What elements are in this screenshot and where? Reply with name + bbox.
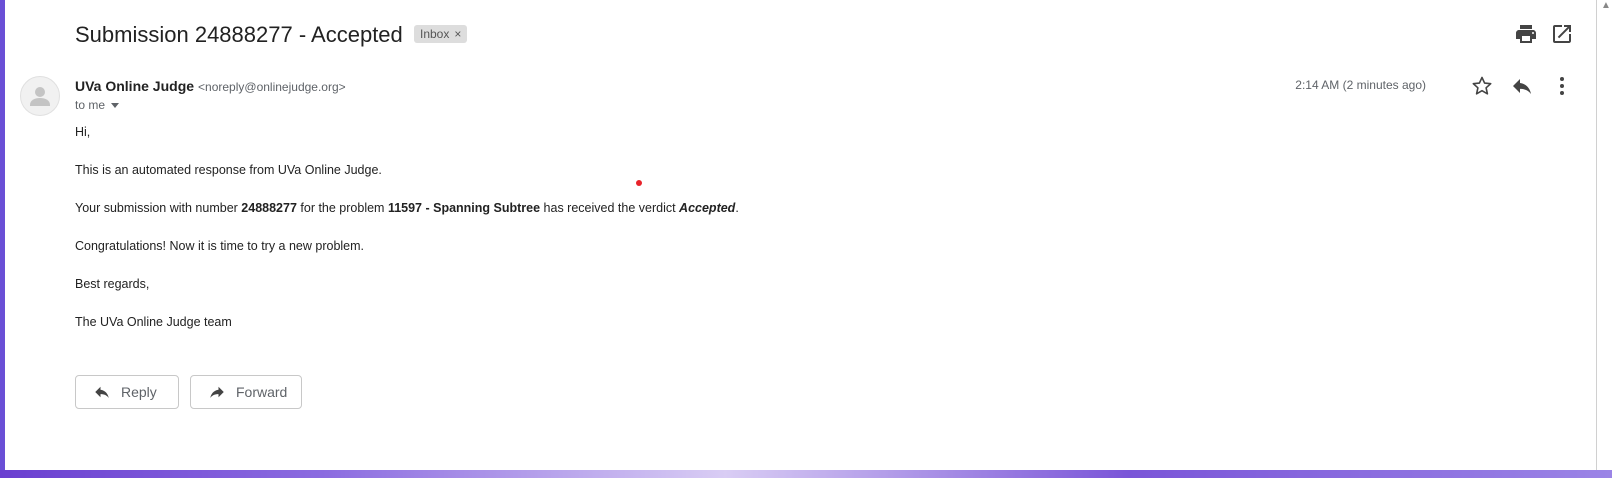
body-signature: The UVa Online Judge team [75, 315, 232, 329]
left-accent-bar [0, 0, 5, 478]
inbox-label-chip[interactable]: Inbox × [414, 25, 468, 43]
reply-icon[interactable] [1510, 74, 1534, 98]
body-intro: This is an automated response from UVa O… [75, 163, 382, 177]
star-icon[interactable] [1470, 74, 1494, 98]
scrollbar-track[interactable] [1596, 0, 1597, 470]
sender-name[interactable]: UVa Online Judge [75, 78, 194, 94]
chevron-down-icon[interactable] [111, 103, 120, 109]
email-subject: Submission 24888277 - Accepted [75, 22, 403, 47]
label-text: Inbox [420, 27, 450, 41]
cursor-dot [636, 180, 642, 186]
email-timestamp: 2:14 AM (2 minutes ago) [1295, 78, 1426, 92]
verdict-result: Accepted [679, 201, 736, 215]
verdict-middle: for the problem [296, 201, 388, 215]
print-icon[interactable] [1514, 22, 1538, 46]
reply-button[interactable]: Reply [75, 375, 179, 409]
recipient-text: to me [75, 98, 106, 112]
submission-number: 24888277 [241, 201, 297, 215]
recipient-details-toggle[interactable]: to me [75, 98, 120, 112]
forward-icon [210, 386, 224, 398]
verdict-suffix: has received the verdict [540, 201, 680, 215]
more-vert-icon[interactable] [1550, 74, 1574, 98]
body-verdict-line: Your submission with number 24888277 for… [75, 201, 739, 215]
scroll-up-arrow-icon[interactable]: ▲ [1600, 0, 1612, 12]
body-congrats: Congratulations! Now it is time to try a… [75, 239, 365, 253]
sender-info: UVa Online Judge <noreply@onlinejudge.org… [75, 78, 346, 94]
open-in-new-window-icon[interactable] [1550, 22, 1574, 46]
problem-name: 11597 - Spanning Subtree [387, 201, 541, 215]
desktop-background-strip [0, 470, 1612, 478]
remove-label-icon[interactable]: × [454, 27, 461, 41]
body-closing: Best regards, [75, 277, 150, 291]
forward-button-label: Forward [236, 384, 288, 400]
reply-icon [95, 386, 109, 398]
forward-button[interactable]: Forward [190, 375, 302, 409]
body-greeting: Hi, [75, 125, 91, 139]
sender-email: <noreply@onlinejudge.org> [198, 80, 346, 94]
verdict-end: . [735, 201, 739, 215]
reply-button-label: Reply [121, 384, 157, 400]
verdict-prefix: Your submission with number [75, 201, 242, 215]
default-avatar-icon[interactable] [20, 76, 60, 116]
